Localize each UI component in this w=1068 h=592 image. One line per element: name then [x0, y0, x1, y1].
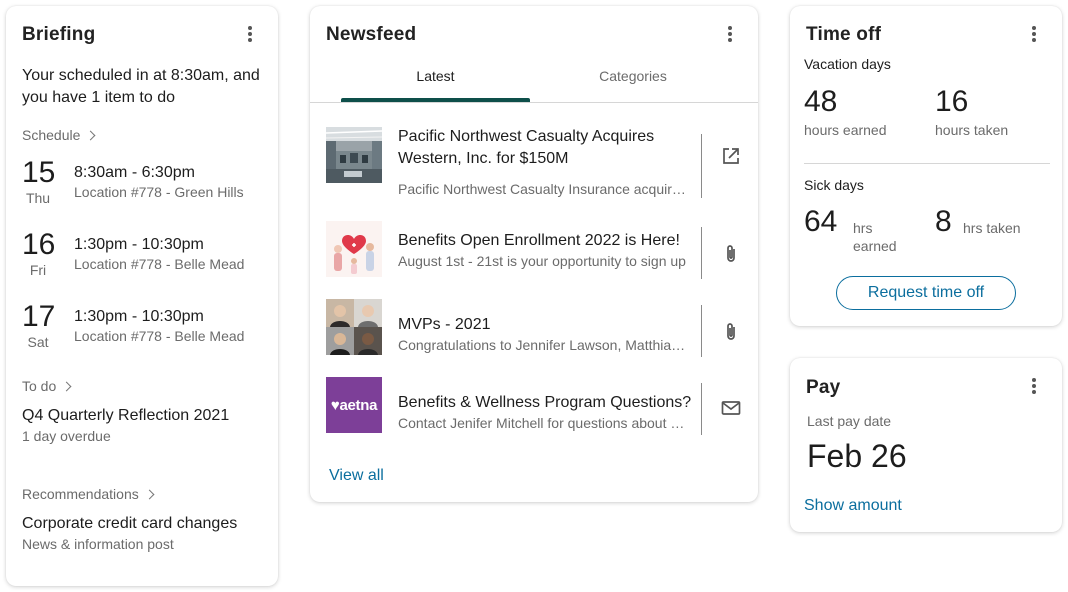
news-item[interactable]: MVPs - 2021 Congratulations to Jennifer …: [326, 299, 744, 357]
newsfeed-more-icon[interactable]: [722, 23, 738, 45]
schedule-info: 8:30am - 6:30pm Location #778 - Green Hi…: [74, 163, 244, 201]
view-all-link[interactable]: View all: [329, 467, 384, 485]
vacation-hours-earned-label: hours earned: [804, 122, 887, 138]
news-subtitle: August 1st - 21st is your opportunity to…: [398, 253, 686, 269]
sick-days-label: Sick days: [804, 177, 864, 193]
news-thumbnail-benefits: [326, 221, 382, 277]
news-action-divider: [701, 305, 702, 357]
tab-divider: [310, 102, 758, 103]
news-action-divider: [701, 383, 702, 435]
news-subtitle: Congratulations to Jennifer Lawson, Matt…: [398, 337, 690, 353]
pay-card: Pay Last pay date Feb 26 Show amount: [790, 358, 1062, 532]
sick-hours-earned-label: earned: [853, 238, 897, 254]
external-link-icon[interactable]: [720, 145, 742, 167]
recommendations-link[interactable]: Recommendations: [22, 486, 155, 502]
recommendations-label: Recommendations: [22, 486, 139, 502]
news-action-divider: [701, 227, 702, 279]
chevron-right-icon: [61, 381, 72, 392]
news-subtitle: Contact Jenifer Mitchell for questions a…: [398, 415, 690, 431]
news-subtitle: Pacific Northwest Casualty Insurance acq…: [398, 181, 690, 197]
schedule-item[interactable]: 15 Thu 8:30am - 6:30pm Location #778 - G…: [22, 157, 262, 213]
schedule-day-number: 16: [22, 228, 56, 261]
chevron-right-icon: [85, 130, 96, 141]
schedule-date: 17 Sat: [22, 300, 56, 351]
news-title: Benefits Open Enrollment 2022 is Here!: [398, 232, 680, 249]
pay-title: Pay: [806, 377, 841, 398]
news-thumbnail-aetna-logo: ♥aetna: [326, 377, 382, 433]
todo-item[interactable]: Q4 Quarterly Reflection 2021 1 day overd…: [22, 406, 262, 446]
schedule-item[interactable]: 17 Sat 1:30pm - 10:30pm Location #778 - …: [22, 301, 262, 357]
vacation-hours-earned: 48: [804, 85, 838, 118]
news-item[interactable]: Pacific Northwest Casualty Acquires West…: [326, 127, 744, 198]
recommendation-type: News & information post: [22, 536, 174, 552]
chevron-right-icon: [144, 489, 155, 500]
sick-hours-taken: 8: [935, 205, 952, 238]
schedule-date: 15 Thu: [22, 156, 56, 207]
schedule-info: 1:30pm - 10:30pm Location #778 - Belle M…: [74, 235, 244, 273]
schedule-location: Location #778 - Green Hills: [74, 184, 244, 200]
sick-hours-unit: hrs: [853, 220, 873, 236]
vacation-days-label: Vacation days: [804, 56, 891, 72]
news-action-divider: [701, 134, 702, 198]
aetna-logo-text: aetna: [339, 396, 378, 414]
last-pay-date: Feb 26: [807, 438, 907, 474]
news-title: Benefits & Wellness Program Questions?: [398, 394, 692, 411]
time-off-card: Time off Vacation days 48 hours earned 1…: [790, 6, 1062, 326]
paperclip-icon[interactable]: [720, 321, 742, 343]
schedule-date: 16 Fri: [22, 228, 56, 279]
show-amount-link[interactable]: Show amount: [804, 497, 902, 515]
schedule-day-of-week: Fri: [29, 262, 47, 278]
last-pay-date-label: Last pay date: [807, 413, 892, 429]
time-off-title: Time off: [806, 24, 882, 45]
briefing-title: Briefing: [22, 24, 96, 45]
request-time-off-button[interactable]: Request time off: [836, 276, 1016, 310]
newsfeed-title: Newsfeed: [326, 24, 417, 45]
schedule-info: 1:30pm - 10:30pm Location #778 - Belle M…: [74, 307, 244, 345]
news-item[interactable]: ♥aetna Benefits & Wellness Program Quest…: [326, 377, 744, 435]
sick-hours-earned: 64: [804, 205, 838, 238]
schedule-time: 1:30pm - 10:30pm: [74, 308, 204, 325]
pay-more-icon[interactable]: [1026, 375, 1042, 397]
time-off-divider: [804, 163, 1050, 164]
recommendation-item[interactable]: Corporate credit card changes News & inf…: [22, 514, 262, 554]
newsfeed-card: Newsfeed Latest Categories Pacific North…: [310, 6, 758, 502]
briefing-summary: Your scheduled in at 8:30am, and you hav…: [22, 67, 260, 106]
news-thumbnail-office: [326, 127, 382, 183]
vacation-hours-taken: 16: [935, 85, 969, 118]
schedule-time: 1:30pm - 10:30pm: [74, 236, 204, 253]
news-title: Pacific Northwest Casualty Acquires West…: [398, 128, 655, 167]
schedule-day-of-week: Sat: [27, 334, 49, 350]
schedule-location: Location #778 - Belle Mead: [74, 328, 245, 344]
paperclip-icon[interactable]: [720, 243, 742, 265]
todo-label: To do: [22, 378, 57, 394]
todo-status: 1 day overdue: [22, 428, 111, 444]
tab-latest[interactable]: Latest: [341, 68, 530, 84]
schedule-link[interactable]: Schedule: [22, 127, 96, 143]
news-title: MVPs - 2021: [398, 316, 491, 333]
mail-icon[interactable]: [720, 397, 742, 419]
news-thumbnail-mvps: [326, 299, 382, 355]
schedule-day-number: 15: [22, 156, 56, 189]
vacation-hours-taken-label: hours taken: [935, 122, 1009, 138]
recommendation-title: Corporate credit card changes: [22, 515, 238, 532]
schedule-location: Location #778 - Belle Mead: [74, 256, 245, 272]
news-item[interactable]: Benefits Open Enrollment 2022 is Here! A…: [326, 221, 744, 279]
schedule-label: Schedule: [22, 127, 81, 143]
schedule-day-of-week: Thu: [25, 190, 51, 206]
briefing-card: Briefing Your scheduled in at 8:30am, an…: [6, 6, 278, 586]
tab-categories[interactable]: Categories: [538, 68, 728, 84]
todo-title: Q4 Quarterly Reflection 2021: [22, 407, 230, 424]
sick-hours-taken-label: hrs taken: [963, 220, 1021, 236]
schedule-time: 8:30am - 6:30pm: [74, 164, 195, 181]
time-off-more-icon[interactable]: [1026, 23, 1042, 45]
schedule-item[interactable]: 16 Fri 1:30pm - 10:30pm Location #778 - …: [22, 229, 262, 285]
briefing-more-icon[interactable]: [242, 23, 258, 45]
todo-link[interactable]: To do: [22, 378, 72, 394]
schedule-day-number: 17: [22, 300, 56, 333]
